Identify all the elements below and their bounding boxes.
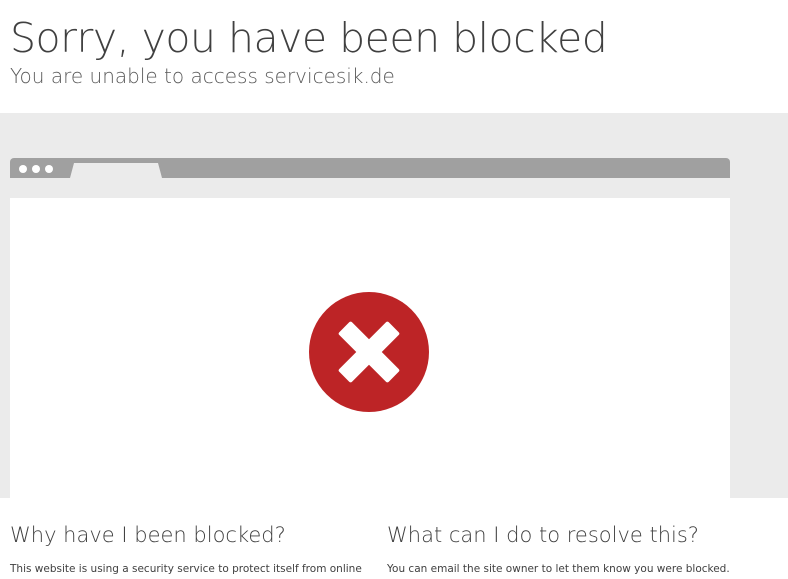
why-blocked-text: This website is using a security service… xyxy=(10,563,362,575)
window-dot xyxy=(32,165,40,173)
window-dot xyxy=(19,165,27,173)
resolve-text: You can email the site owner to let them… xyxy=(387,563,730,575)
error-x-circle-icon xyxy=(309,292,429,412)
browser-title-bar xyxy=(10,158,730,178)
why-blocked-heading: Why have I been blocked? xyxy=(10,523,286,547)
window-dot xyxy=(45,165,53,173)
browser-illustration xyxy=(0,113,788,498)
page-title: Sorry, you have been blocked xyxy=(10,14,608,62)
window-dots-icon xyxy=(19,165,53,173)
page-header: Sorry, you have been blocked You are una… xyxy=(0,0,788,113)
info-section: Why have I been blocked? This website is… xyxy=(0,498,788,579)
page-subtitle: You are unable to access servicesik.de xyxy=(10,64,395,88)
browser-viewport xyxy=(10,198,730,498)
browser-tab-icon xyxy=(70,163,162,178)
resolve-heading: What can I do to resolve this? xyxy=(387,523,699,547)
